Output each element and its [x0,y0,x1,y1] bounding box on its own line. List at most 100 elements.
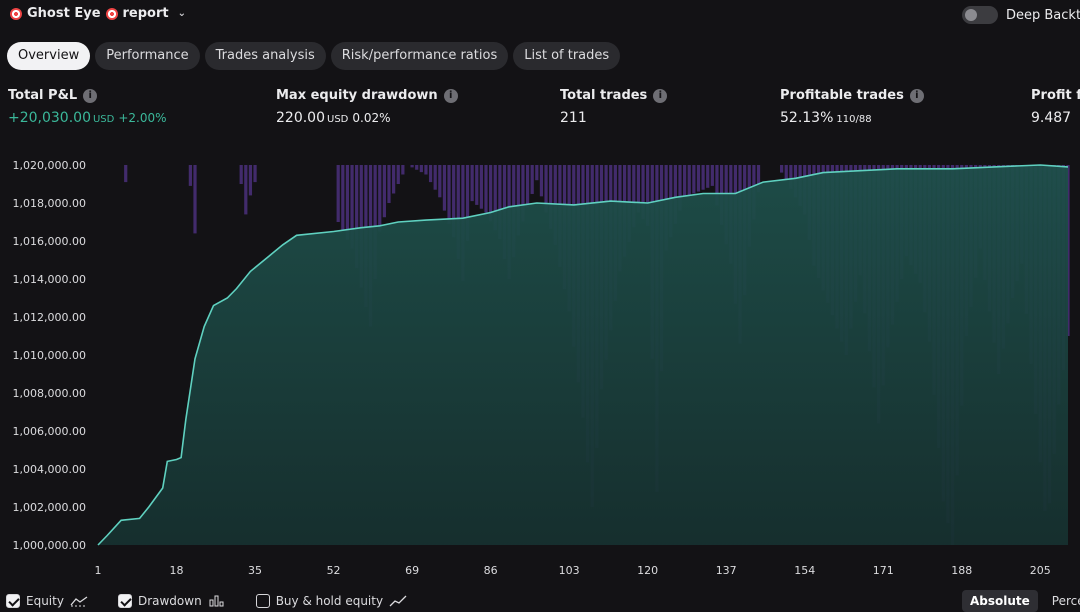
legend-equity[interactable]: Equity [6,594,88,608]
x-tick-label: 205 [1030,564,1051,577]
info-icon[interactable]: i [83,88,98,103]
deep-backtest-toggle[interactable] [962,6,998,24]
x-tick-label: 171 [873,564,894,577]
drawdown-bar [341,165,345,231]
tab-risk-performance-ratios[interactable]: Risk/performance ratios [330,42,509,70]
metric-percent: +2.00% [118,111,167,125]
y-tick-label: 1,004,000.00 [13,463,86,476]
report-header: Ghost Eye report ⌄ Deep Backte [0,0,1080,32]
x-tick-label: 18 [170,564,184,577]
strategy-title[interactable]: Ghost Eye report ⌄ [10,6,186,21]
drawdown-bar [442,165,447,211]
buy-hold-checkbox[interactable] [255,594,270,608]
drawdown-bar [401,165,405,175]
metric-value: 52.13% [780,110,834,126]
target-emoji-icon [105,7,118,20]
y-tick-label: 1,012,000.00 [13,311,86,324]
metric-ratio: 110/88 [836,114,872,125]
y-tick-label: 1,020,000.00 [13,159,86,172]
drawdown-bar [253,165,257,183]
drawdown-bar [382,165,386,218]
absolute-button[interactable]: Absolute [962,590,1038,612]
metric-profit-factor: Profit fa 9.487 [1031,88,1080,126]
drawdown-bar [530,165,534,194]
drawdown-bar [780,165,784,173]
x-tick-label: 35 [248,564,262,577]
drawdown-bar [683,165,687,198]
drawdown-checkbox[interactable] [117,594,132,608]
metric-value: 211 [560,110,587,126]
drawdown-bar [345,165,350,240]
drawdown-bar [396,165,400,184]
drawdown-bar [706,165,710,188]
tab-performance[interactable]: Performance [95,42,200,70]
trend-line-icon [389,595,407,607]
drawdown-bar [244,165,248,215]
legend-label: Equity [26,594,64,608]
chart-legend: Equity Drawdown Buy & hold equity [6,594,407,608]
metric-percent: 0.02% [352,111,391,125]
y-tick-label: 1,008,000.00 [13,387,86,400]
drawdown-bar [378,165,382,232]
legend-drawdown[interactable]: Drawdown [117,594,226,608]
y-tick-label: 1,010,000.00 [13,349,86,362]
report-tabs: Overview Performance Trades analysis Ris… [7,42,621,70]
info-icon[interactable]: i [909,88,924,103]
value-mode-toggle: Absolute Perce [962,590,1080,612]
drawdown-bar [525,165,530,208]
drawdown-bar [696,165,701,192]
drawdown-bar [428,165,433,183]
drawdown-bar [239,165,243,184]
x-tick-label: 137 [716,564,737,577]
drawdown-bar [447,165,451,224]
drawdown-bar [419,165,423,173]
legend-label: Buy & hold equity [275,594,384,608]
legend-label: Drawdown [137,594,202,608]
metric-label: Max equity drawdown [276,88,438,103]
equity-area-icon [70,596,88,607]
drawdown-bar [784,165,788,181]
equity-area [98,165,1068,545]
drawdown-bar [410,165,414,168]
report-label: report [122,6,169,21]
legend-buy-hold[interactable]: Buy & hold equity [255,594,407,608]
metric-label: Total P&L [8,88,78,103]
metric-label: Profit fa [1031,88,1080,103]
y-tick-label: 1,016,000.00 [13,235,86,248]
x-tick-label: 154 [794,564,815,577]
x-tick-label: 103 [559,564,580,577]
metric-label: Profitable trades [780,88,904,103]
metric-unit: USD [92,114,115,125]
tab-trades-analysis[interactable]: Trades analysis [204,42,326,70]
drawdown-bar [539,165,544,197]
metric-value: 9.487 [1031,110,1072,126]
drawdown-bar [438,165,442,198]
drawdown-bar [433,165,437,190]
metric-total-trades: Total trades i 211 [560,88,668,126]
tab-overview[interactable]: Overview [7,42,91,70]
chevron-down-icon[interactable]: ⌄ [178,8,186,19]
drawdown-bar [124,165,128,183]
metric-total-pnl: Total P&L i +20,030.00 USD +2.00% [8,88,167,126]
info-icon[interactable]: i [653,88,668,103]
equity-checkbox[interactable] [6,594,20,608]
strategy-name: Ghost Eye [27,6,101,21]
metric-value: 220.00 [276,110,325,126]
drawdown-bar [710,165,714,186]
tab-list-of-trades[interactable]: List of trades [513,42,621,70]
drawdown-bar [687,165,691,196]
drawdown-bar [535,165,539,181]
x-tick-label: 188 [951,564,972,577]
drawdown-bar [188,165,192,186]
y-tick-label: 1,000,000.00 [13,539,86,552]
drawdown-bar [248,165,253,196]
percent-button[interactable]: Perce [1044,590,1080,612]
metric-unit: USD [327,114,349,125]
drawdown-bar [475,165,479,205]
y-tick-label: 1,002,000.00 [13,501,86,514]
metric-profitable-trades: Profitable trades i 52.13% 110/88 [780,88,924,126]
y-tick-label: 1,014,000.00 [13,273,86,286]
info-icon[interactable]: i [443,88,458,103]
deep-backtest-label: Deep Backte [1006,7,1080,23]
drawdown-bar [424,165,428,175]
